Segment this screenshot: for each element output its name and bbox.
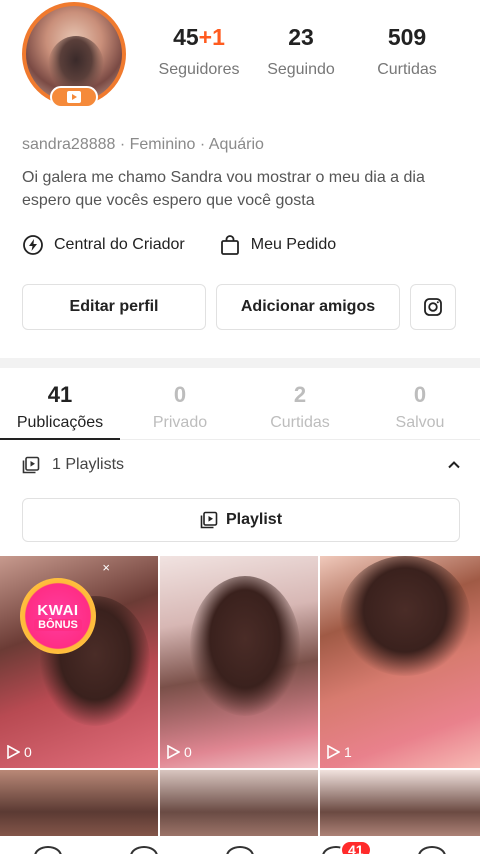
lightning-circle-icon [23, 235, 43, 255]
video-thumbnail[interactable]: 1 [320, 556, 480, 768]
stat-likes[interactable]: 509 Curtidas [354, 24, 460, 79]
play-icon [167, 745, 180, 759]
play-count: 1 [326, 744, 352, 760]
section-divider [0, 358, 480, 368]
profile-stats: 45+1 Seguidores 23 Seguindo 509 Curtidas [150, 24, 460, 79]
tab-label: Publicações [16, 414, 104, 431]
video-thumbnail[interactable]: KWAI BÔNUS × 0 [0, 556, 158, 768]
notification-badge: 41 [340, 840, 372, 854]
playlist-icon [200, 511, 218, 529]
badge-line-2: BÔNUS [34, 618, 82, 631]
kwai-bonus-badge[interactable]: KWAI BÔNUS [20, 578, 96, 654]
add-friends-button[interactable]: Adicionar amigos [216, 284, 400, 330]
tab-count: 2 [293, 382, 307, 407]
close-icon[interactable]: × [102, 560, 110, 575]
my-order-link[interactable]: Meu Pedido [219, 234, 336, 256]
chevron-up-icon[interactable] [446, 457, 462, 473]
video-thumbnail[interactable] [0, 770, 158, 840]
instagram-icon [424, 298, 442, 316]
followers-count: 45+1 [173, 24, 225, 50]
live-badge-icon [50, 86, 98, 108]
play-icon [7, 745, 20, 759]
tab-saved[interactable]: 0 Salvou [360, 376, 480, 439]
profile-bio: Oi galera me chamo Sandra vou mostrar o … [22, 169, 425, 209]
thumbnail-image [340, 556, 470, 676]
tab-count: 41 [47, 382, 73, 407]
badge-line-1: KWAI [37, 601, 79, 619]
video-thumbnail[interactable] [160, 770, 318, 840]
creator-center-link[interactable]: Central do Criador [22, 234, 185, 256]
play-icon [327, 745, 340, 759]
tab-label: Curtidas [270, 414, 330, 431]
profile-avatar-container[interactable] [20, 2, 128, 112]
play-count: 0 [166, 744, 192, 760]
stat-followers[interactable]: 45+1 Seguidores [150, 24, 248, 79]
profile-actions: Editar perfil Adicionar amigos [22, 284, 456, 330]
likes-count: 509 [387, 24, 427, 50]
tab-likes[interactable]: 2 Curtidas [240, 376, 360, 439]
video-grid: KWAI BÔNUS × 0 0 1 [0, 556, 480, 840]
content-tabs: 41 Publicações 0 Privado 2 Curtidas 0 Sa… [0, 376, 480, 440]
edit-profile-button[interactable]: Editar perfil [22, 284, 206, 330]
profile-meta: sandra28888 · Feminino · Aquário [22, 136, 264, 153]
bag-icon [220, 235, 239, 255]
tab-count: 0 [173, 382, 187, 407]
creator-center-label: Central do Criador [54, 236, 185, 253]
my-order-label: Meu Pedido [250, 236, 337, 253]
playlists-summary: 1 Playlists [52, 456, 125, 473]
following-label: Seguindo [267, 61, 335, 78]
tab-private[interactable]: 0 Privado [120, 376, 240, 439]
following-count: 23 [288, 24, 314, 50]
thumbnail-image [190, 576, 300, 716]
playlists-header[interactable]: 1 Playlists [22, 456, 462, 474]
playlist-icon [22, 456, 40, 474]
tab-label: Salvou [395, 414, 445, 431]
video-thumbnail[interactable]: 0 [160, 556, 318, 768]
stat-following[interactable]: 23 Seguindo [248, 24, 354, 79]
play-count: 0 [6, 744, 32, 760]
tab-label: Privado [152, 414, 208, 431]
likes-label: Curtidas [377, 61, 437, 78]
followers-label: Seguidores [158, 61, 240, 78]
playlist-button[interactable]: Playlist [22, 498, 460, 542]
tab-publications[interactable]: 41 Publicações [0, 376, 120, 440]
profile-links: Central do Criador Meu Pedido [22, 234, 336, 256]
playlist-button-label: Playlist [225, 511, 283, 528]
video-thumbnail[interactable] [320, 770, 480, 840]
tab-count: 0 [413, 382, 427, 407]
instagram-button[interactable] [410, 284, 456, 330]
